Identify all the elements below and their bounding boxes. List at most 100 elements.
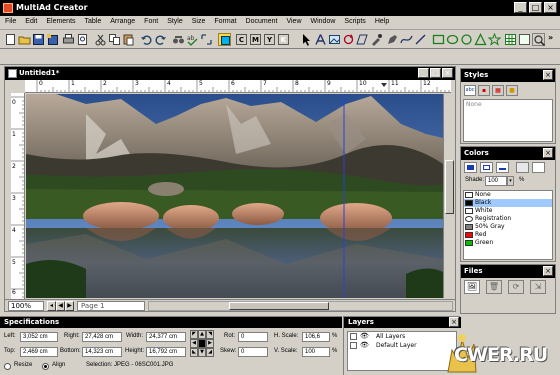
eye-icon[interactable]: 👁 [360,332,369,341]
object-style-icon[interactable]: ■ [506,85,518,96]
eye-icon[interactable]: 👁 [360,341,369,350]
table-style-icon[interactable]: ▦ [492,85,504,96]
files-place-icon[interactable]: ⇲ [530,280,546,294]
cyan-button[interactable]: C [236,34,247,45]
colors-close-button[interactable]: × [543,148,553,158]
v-scale-field[interactable]: 100 [302,347,330,357]
toolbar-overflow-button[interactable]: » [548,33,553,42]
table-tool-icon[interactable] [504,33,517,46]
grid-tool-icon[interactable] [518,33,531,46]
vertical-ruler[interactable]: 0 1 2 3 4 5 6 [11,93,25,299]
swatch-icon[interactable] [532,162,545,173]
menu-elements[interactable]: Elements [41,16,79,25]
colors-list[interactable]: None Black White Registration 50% Gray R… [463,190,553,260]
print-preview-icon[interactable] [76,33,89,46]
skew-field[interactable]: 0 [238,347,268,357]
document-maximize-button[interactable]: □ [430,68,441,78]
color-item-white[interactable]: White [464,207,552,215]
magenta-button[interactable]: M [250,34,261,45]
horizontal-scrollbar[interactable] [148,301,453,311]
menu-size[interactable]: Size [187,16,210,25]
bottom-field[interactable]: 14,323 cm [82,347,122,357]
copy-icon[interactable] [108,33,121,46]
line-tool-icon[interactable] [414,33,427,46]
image-tool-icon[interactable] [328,33,341,46]
files-browse-icon[interactable]: 🖼 [464,280,480,294]
resize-radio[interactable] [4,363,11,370]
ellipse-tool-icon[interactable] [446,33,459,46]
pointer-icon[interactable] [300,33,313,46]
vertical-scroll-thumb[interactable] [445,160,454,214]
character-style-icon[interactable]: ▪ [478,85,490,96]
reference-point-grid[interactable]: ◤ ▲ ◥ ◀ ▶ ◣ ▼ ◢ [190,330,214,358]
yellow-button[interactable]: Y [264,34,275,45]
close-button[interactable]: × [544,2,557,13]
page-field[interactable]: Page 1 [77,301,145,311]
menu-file[interactable]: File [0,16,20,25]
fit-icon[interactable] [200,33,213,46]
files-refresh-icon[interactable]: ⟳ [508,280,524,294]
menu-font[interactable]: Font [139,16,162,25]
h-scale-field[interactable]: 106,6 [302,332,330,342]
color-item-green[interactable]: Green [464,239,552,247]
paragraph-style-icon[interactable]: abc [464,85,476,96]
files-delete-icon[interactable]: 🗑 [486,280,502,294]
top-field[interactable]: 2,469 cm [20,347,58,357]
menu-document[interactable]: Document [241,16,282,25]
color-item-registration[interactable]: Registration [464,215,552,223]
menu-view[interactable]: View [281,16,305,25]
paste-icon[interactable] [122,33,135,46]
text-target-icon[interactable] [496,162,509,173]
width-field[interactable]: 24,377 cm [146,332,186,342]
minimize-button[interactable]: _ [514,2,527,13]
vertical-scrollbar[interactable] [443,94,455,298]
menu-edit[interactable]: Edit [20,16,41,25]
page-prev-button[interactable]: ◀ [56,301,65,311]
styles-list[interactable]: None [463,99,553,142]
shade-dropdown-button[interactable]: ▾ [507,176,514,186]
files-close-button[interactable]: × [543,266,553,276]
lock-icon[interactable] [350,333,357,340]
text-tool-icon[interactable] [314,33,327,46]
maximize-button[interactable]: □ [529,2,542,13]
fill-color-icon[interactable] [218,33,231,46]
placed-landscape-image[interactable] [26,94,443,298]
styles-close-button[interactable]: × [543,70,553,80]
menu-style[interactable]: Style [162,16,187,25]
left-field[interactable]: 3,052 cm [20,332,58,342]
page-next-button[interactable]: ▶ [65,301,74,311]
color-item-50-gray[interactable]: 50% Gray [464,223,552,231]
align-radio[interactable] [42,363,49,370]
cut-icon[interactable] [94,33,107,46]
menu-scripts[interactable]: Scripts [339,16,369,25]
spell-check-icon[interactable]: ab [186,33,199,46]
zoom-field[interactable]: 100% [8,301,44,311]
redo-icon[interactable] [154,33,167,46]
polygon-tool-icon[interactable] [474,33,487,46]
right-field[interactable]: 27,428 cm [82,332,122,342]
save-all-icon[interactable] [46,33,59,46]
rotation-field[interactable]: 0 [238,332,268,342]
black-button[interactable]: K [278,34,289,45]
horizontal-ruler[interactable]: 0 1 2 3 4 5 6 7 8 9 10 11 12 [25,80,451,93]
menu-table[interactable]: Table [80,16,106,25]
color-item-red[interactable]: Red [464,231,552,239]
find-icon[interactable] [172,33,185,46]
shade-field[interactable]: 100 [485,176,507,186]
fill-target-icon[interactable] [464,162,477,173]
rotate-tool-icon[interactable] [342,33,355,46]
eyedropper-icon[interactable] [370,33,383,46]
print-icon[interactable] [62,33,75,46]
lock-icon[interactable] [350,342,357,349]
styles-list-item[interactable]: None [464,100,552,109]
document-minimize-button[interactable]: _ [418,68,429,78]
layers-close-button[interactable]: × [449,317,459,327]
new-document-icon[interactable] [4,33,17,46]
frame-target-icon[interactable] [480,162,493,173]
menu-arrange[interactable]: Arrange [105,16,139,25]
menu-help[interactable]: Help [370,16,393,25]
curve-tool-icon[interactable] [400,33,413,46]
open-folder-icon[interactable] [18,33,31,46]
page-first-button[interactable]: ◂ [47,301,56,311]
height-field[interactable]: 16,792 cm [146,347,186,357]
